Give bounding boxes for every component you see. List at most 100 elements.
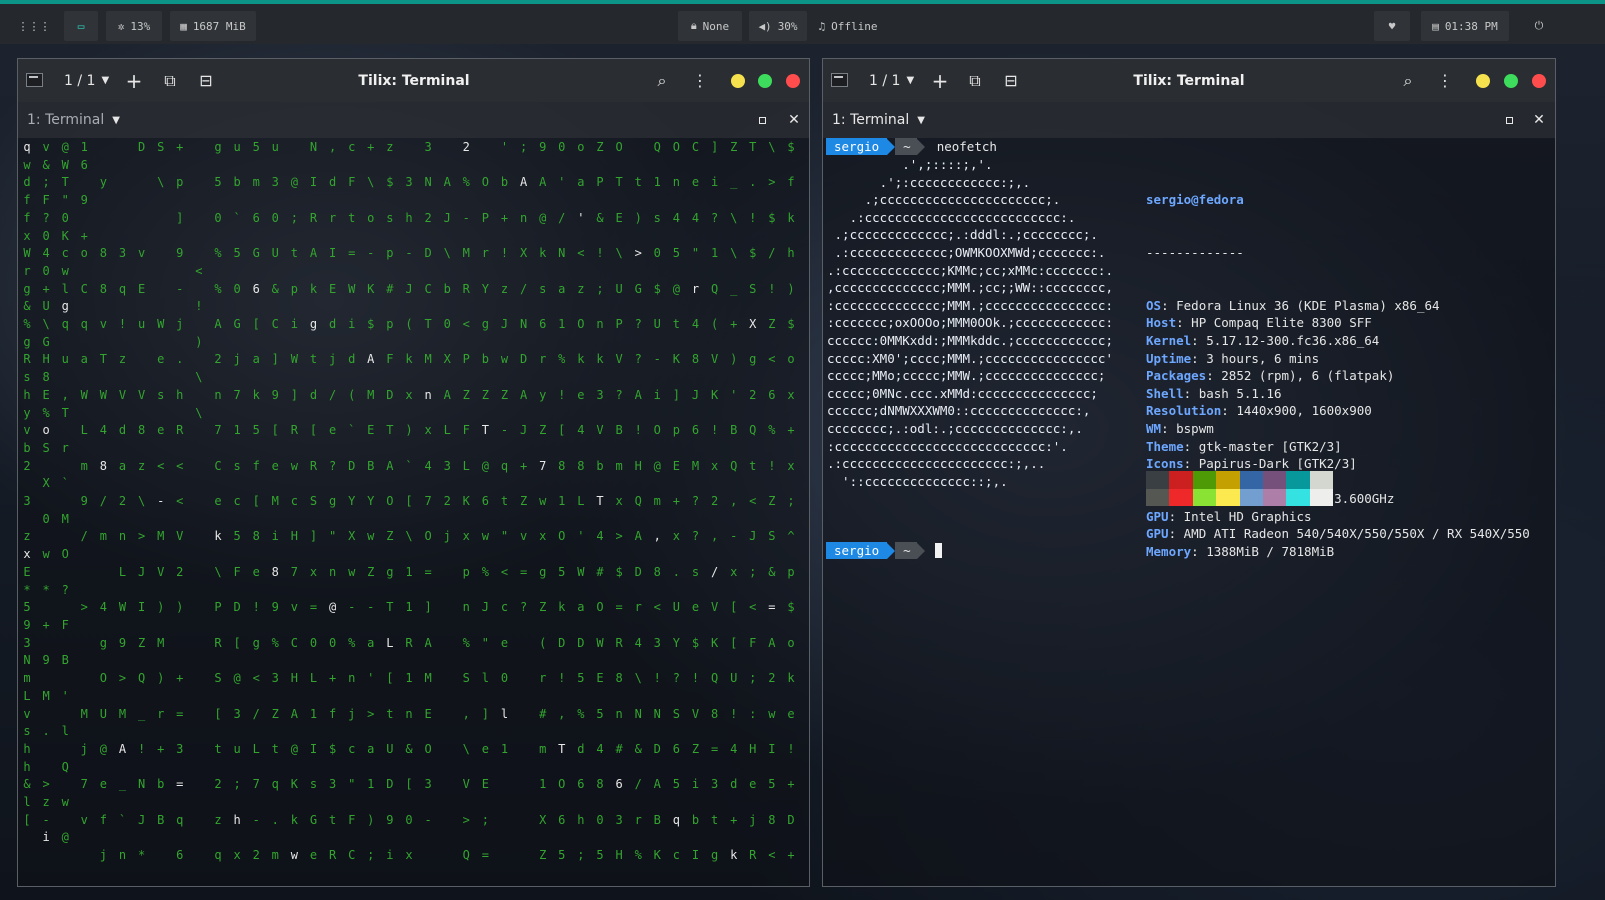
- matrix-char: x: [424, 423, 432, 438]
- matrix-char: /: [634, 777, 642, 792]
- matrix-char: !: [137, 741, 146, 756]
- matrix-char: @: [290, 741, 298, 756]
- lock-indicator[interactable]: 🔒︎ None: [678, 11, 742, 41]
- matrix-char: [327, 688, 339, 706]
- memory-indicator[interactable]: ▦ 1687 MiB: [170, 11, 256, 41]
- matrix-char: [651, 475, 663, 493]
- search-button[interactable]: ⌕: [1396, 59, 1420, 102]
- info-row: Memory: 1388MiB / 7818MiB: [1146, 543, 1530, 561]
- matrix-char: x: [710, 458, 719, 473]
- matrix-char: F: [749, 635, 757, 650]
- cpu-indicator[interactable]: ✲ 13%: [106, 11, 162, 41]
- matrix-char: [537, 794, 549, 812]
- color-swatch: [1239, 471, 1263, 489]
- search-button[interactable]: ⌕: [650, 59, 674, 102]
- matrix-char: \: [405, 529, 413, 544]
- matrix-char: 3: [176, 741, 184, 756]
- matrix-char: P: [596, 175, 604, 190]
- matrix-char: F: [61, 617, 69, 632]
- volume-indicator[interactable]: ◀) 30%: [749, 11, 807, 41]
- apps-menu-button[interactable]: ⋮⋮⋮: [18, 11, 51, 41]
- split-down-button[interactable]: ⊟: [194, 59, 218, 102]
- close-button[interactable]: [786, 74, 800, 88]
- matrix-char: [651, 759, 663, 777]
- session-switcher[interactable]: 1 / 1 ▼: [869, 59, 914, 102]
- menu-button[interactable]: ⋮: [688, 59, 712, 102]
- split-down-button[interactable]: ⊟: [999, 59, 1023, 102]
- matrix-char: 5: [672, 246, 680, 261]
- matrix-char: e: [749, 777, 757, 792]
- matrix-char: ?: [672, 671, 680, 686]
- matrix-char: ": [61, 193, 69, 208]
- matrix-char: [499, 369, 511, 387]
- matrix-char: \: [443, 246, 451, 261]
- favorites-button[interactable]: ♥: [1374, 11, 1410, 41]
- matrix-char: [651, 582, 663, 600]
- matrix-char: >: [462, 812, 470, 827]
- matrix-char: [537, 405, 549, 423]
- matrix-char: A: [214, 317, 222, 332]
- matrix-char: c: [290, 494, 298, 509]
- matrix-char: ": [500, 529, 509, 544]
- matrix-char: -: [424, 812, 432, 827]
- clock-indicator[interactable]: ▤ 01:38 PM: [1421, 11, 1509, 41]
- session-switcher[interactable]: 1 / 1 ▼: [64, 59, 109, 102]
- menu-button[interactable]: ⋮: [1433, 59, 1457, 102]
- matrix-char: 5: [672, 777, 680, 792]
- matrix-char: [308, 794, 320, 812]
- terminal-close-button[interactable]: ✕: [1531, 102, 1547, 138]
- matrix-char: @: [290, 175, 298, 190]
- matrix-char: D: [424, 246, 432, 261]
- split-right-button[interactable]: ⧉: [963, 59, 987, 102]
- matrix-char: [327, 263, 339, 281]
- color-swatch: [1146, 488, 1170, 506]
- terminal-tab[interactable]: 1: Terminal ▼: [832, 102, 925, 138]
- power-button[interactable]: ⏻: [1526, 11, 1552, 41]
- matrix-char: [117, 546, 129, 564]
- matrix-char: [136, 351, 148, 369]
- matrix-char: [728, 829, 740, 847]
- close-button[interactable]: [1532, 74, 1546, 88]
- matrix-char: I: [309, 741, 318, 756]
- terminal-close-button[interactable]: ✕: [786, 102, 802, 138]
- add-terminal-button[interactable]: +: [928, 59, 952, 102]
- matrix-char: f: [787, 175, 795, 190]
- split-right-button[interactable]: ⧉: [158, 59, 182, 102]
- matrix-char: ]: [290, 387, 298, 402]
- matrix-column: ' b + ! z J w Z - q t " < c e 0 l 1: [499, 139, 511, 759]
- terminal-maximize-button[interactable]: [754, 102, 770, 138]
- terminal-tab[interactable]: 1: Terminal ▼: [27, 102, 120, 138]
- info-colon: :: [1168, 508, 1184, 524]
- matrix-char: $: [768, 210, 776, 225]
- matrix-char: _: [730, 175, 738, 190]
- matrix-char: [632, 723, 644, 741]
- terminal-app-icon[interactable]: [26, 73, 43, 87]
- matrix-char: O: [424, 529, 432, 544]
- matrix-char: ^: [787, 529, 795, 544]
- matrix-char: 9: [80, 193, 88, 208]
- maximize-button[interactable]: [1504, 74, 1518, 88]
- minimize-button[interactable]: [731, 74, 745, 88]
- info-key: Host: [1146, 315, 1177, 331]
- matrix-char: g: [328, 494, 337, 509]
- maximize-button[interactable]: [758, 74, 772, 88]
- terminal-app-icon[interactable]: [831, 73, 848, 87]
- matrix-char: T: [99, 352, 107, 367]
- matrix-char: [78, 263, 90, 281]
- desktop-workspace-button[interactable]: ▭: [64, 11, 98, 41]
- network-indicator[interactable]: ♫ Offline: [814, 11, 882, 41]
- matrix-char: [59, 706, 71, 724]
- terminal-maximize-button[interactable]: [1501, 102, 1517, 138]
- add-terminal-button[interactable]: +: [122, 59, 146, 102]
- matrix-char: [594, 582, 606, 600]
- matrix-char: [308, 475, 320, 493]
- matrix-column: z $ s p # p F D T A O Z g T L [ t U D 9 …: [384, 139, 396, 865]
- matrix-char: [288, 228, 300, 246]
- minimize-button[interactable]: [1476, 74, 1490, 88]
- matrix-char: [231, 369, 243, 387]
- matrix-char: [670, 298, 682, 316]
- matrix-char: ?: [42, 210, 50, 225]
- matrix-char: s: [539, 281, 547, 296]
- matrix-char: U: [672, 600, 680, 615]
- matrix-char: 6: [252, 210, 260, 225]
